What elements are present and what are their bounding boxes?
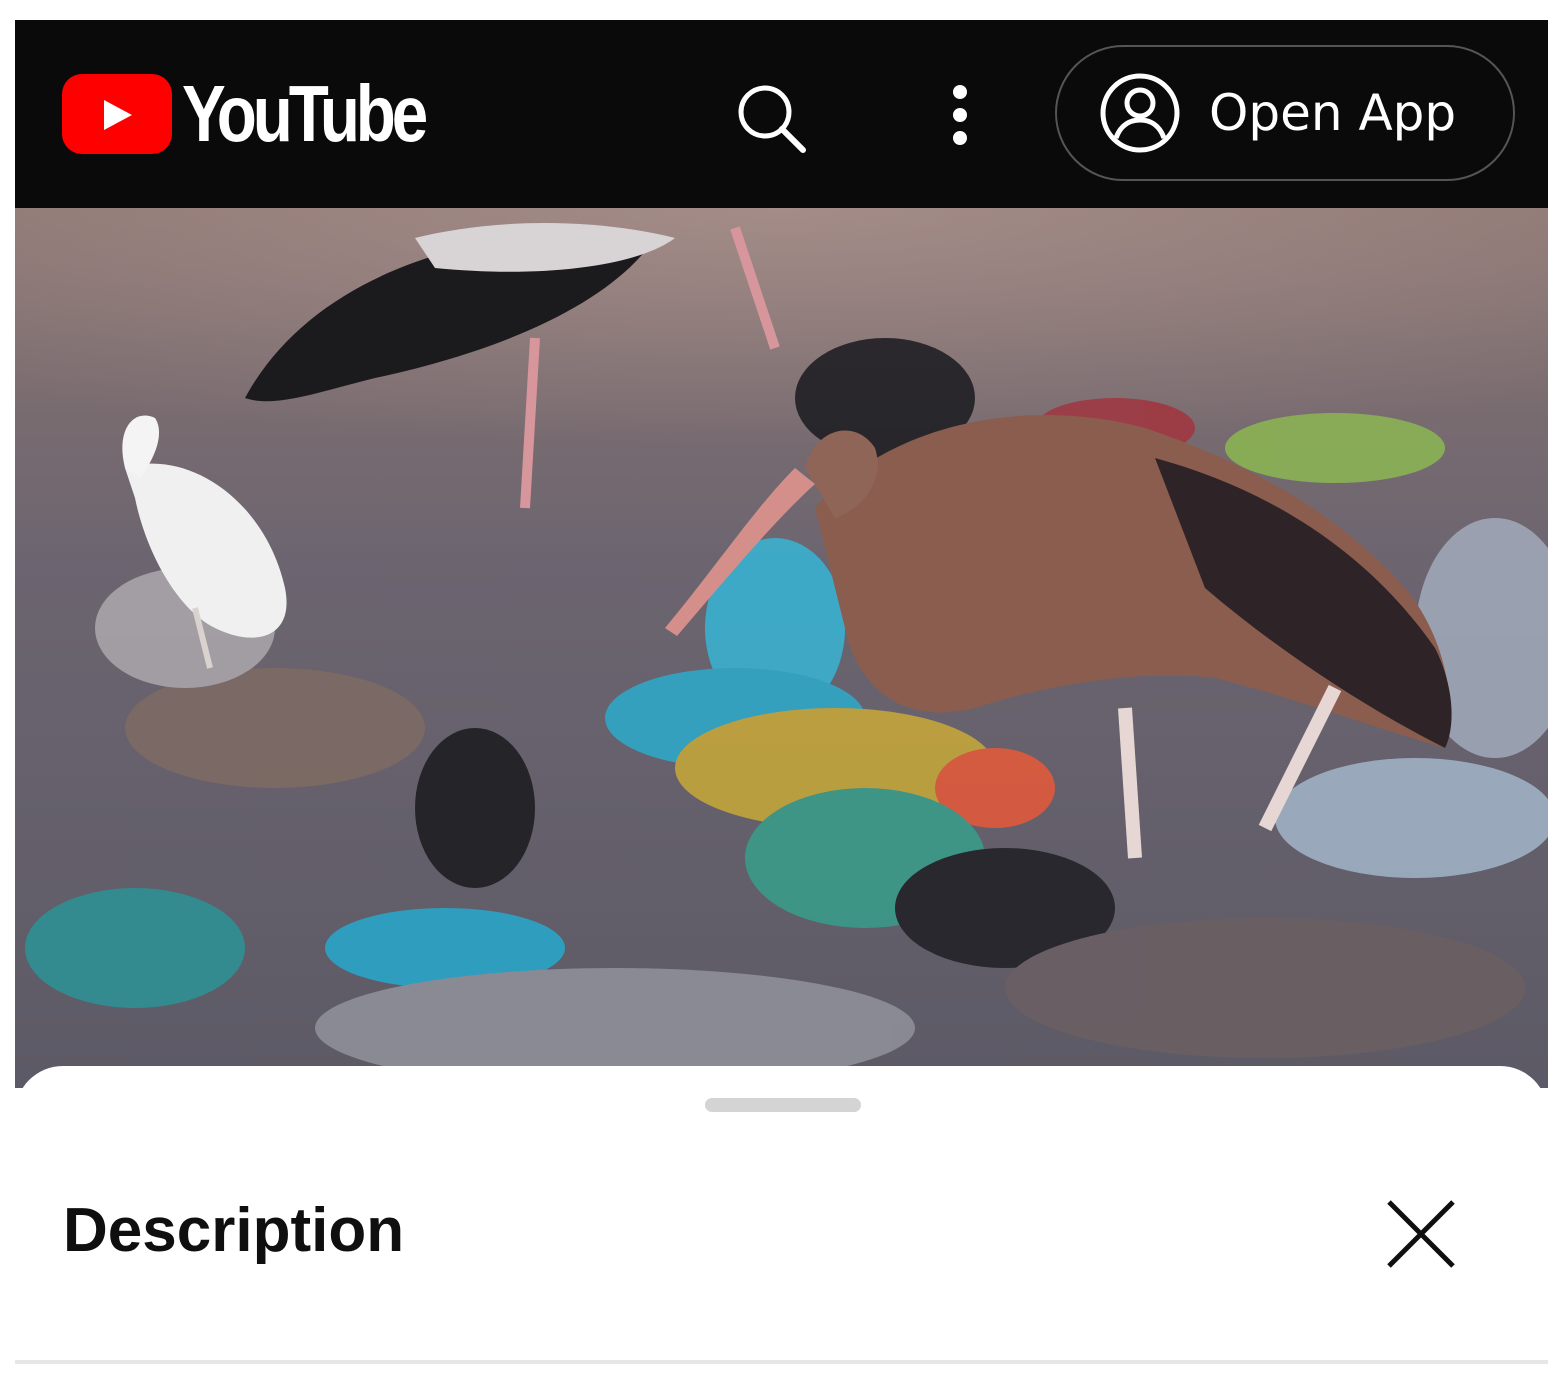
sheet-title: Description bbox=[63, 1196, 405, 1265]
sheet-divider bbox=[15, 1360, 1548, 1364]
open-app-button[interactable]: Open App bbox=[1055, 45, 1515, 181]
search-button[interactable] bbox=[731, 78, 811, 158]
mobile-web-page: YouTube Open App Description bbox=[15, 20, 1548, 1388]
video-thumbnail bbox=[15, 208, 1548, 1088]
top-app-bar: YouTube Open App bbox=[15, 20, 1548, 208]
account-circle-icon bbox=[1100, 73, 1180, 153]
search-icon bbox=[738, 85, 806, 153]
more-vert-icon bbox=[953, 85, 967, 145]
open-app-label: Open App bbox=[1209, 84, 1457, 142]
close-button[interactable] bbox=[1379, 1192, 1463, 1276]
sheet-drag-handle[interactable] bbox=[705, 1098, 861, 1112]
logo-wordmark: YouTube bbox=[182, 69, 428, 158]
youtube-play-icon bbox=[62, 74, 172, 154]
close-icon bbox=[1387, 1200, 1455, 1268]
description-sheet: Description bbox=[15, 1066, 1548, 1388]
youtube-logo[interactable]: YouTube bbox=[62, 74, 477, 154]
video-player[interactable] bbox=[15, 208, 1548, 1088]
more-options-button[interactable] bbox=[935, 78, 985, 158]
